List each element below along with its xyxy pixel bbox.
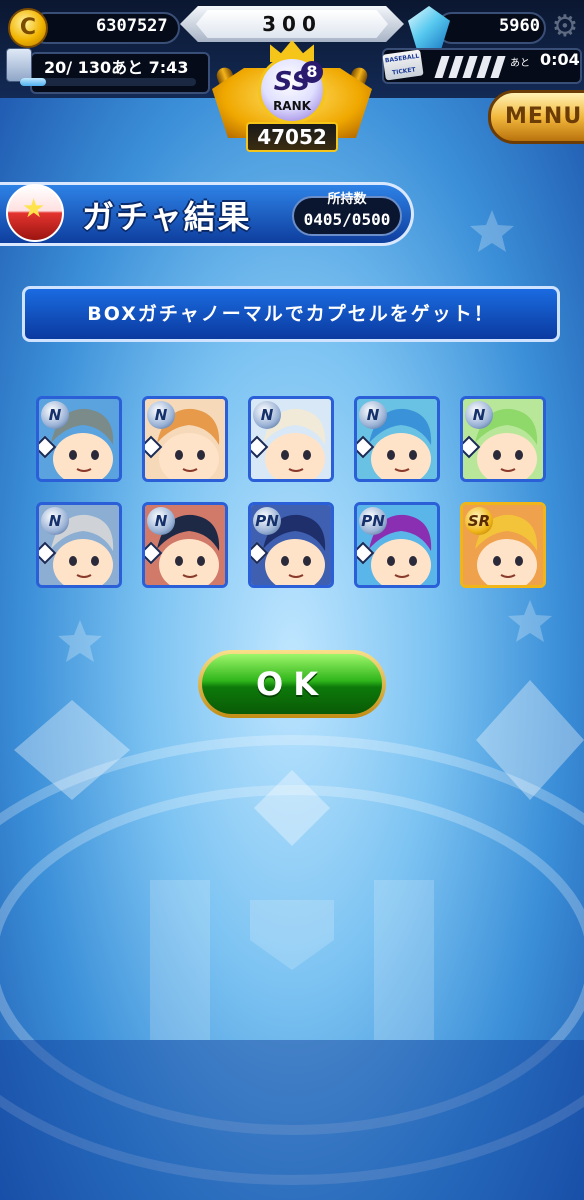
rarity-badge: PN [253, 507, 281, 535]
background-decoration [0, 210, 584, 1200]
rarity-badge: N [253, 401, 281, 429]
ok-label: OK [202, 654, 382, 714]
center-value: 300 [196, 10, 388, 38]
gem-value: 5960 [499, 16, 540, 36]
rarity-badge: N [359, 401, 387, 429]
character-card[interactable]: N [460, 396, 546, 482]
rank-badge: SS 8 RANK [258, 56, 326, 124]
rank-level: 8 [301, 61, 323, 83]
character-card[interactable]: N [36, 396, 122, 482]
rank-emblem[interactable]: SS 8 RANK 47052 [212, 40, 372, 160]
character-card[interactable]: N [142, 396, 228, 482]
menu-button[interactable]: MENU [488, 90, 584, 144]
stamina-text: 20/ 130あと 7:43 [44, 58, 189, 77]
gear-icon[interactable]: ⚙ [548, 10, 582, 44]
rarity-badge: N [41, 401, 69, 429]
rarity-badge: N [147, 401, 175, 429]
rarity-badge: N [465, 401, 493, 429]
coin-icon: C [8, 8, 48, 48]
rank-score: 47052 [246, 122, 338, 152]
result-message: BOXガチャノーマルでカプセルをゲット！ [22, 286, 560, 342]
character-card[interactable]: N [248, 396, 334, 482]
rank-label: RANK [273, 99, 311, 113]
page-title: ガチャ結果 [82, 198, 252, 236]
stamina-track [20, 78, 196, 86]
character-card[interactable]: N [36, 502, 122, 588]
rarity-badge: SR [465, 507, 493, 535]
ok-button[interactable]: OK [198, 650, 386, 718]
rarity-badge: N [41, 507, 69, 535]
character-card[interactable]: PN [354, 502, 440, 588]
stamina-bar [20, 78, 46, 86]
owned-count-value: 0405/0500 [303, 210, 391, 229]
owned-count-label: 所持数 [327, 192, 367, 207]
character-card[interactable]: N [354, 396, 440, 482]
stamina-icon [6, 48, 32, 82]
character-card[interactable]: N [142, 502, 228, 588]
coin-value: 6307527 [96, 16, 168, 36]
character-card[interactable]: PN [248, 502, 334, 588]
ticket-time: 0:04 [540, 50, 580, 69]
character-card[interactable]: SR [460, 502, 546, 588]
rarity-badge: N [147, 507, 175, 535]
ticket-icon: BASEBALL TICKET [382, 49, 424, 81]
rarity-badge: PN [359, 507, 387, 535]
ticket-remaining-label: あと [510, 58, 530, 69]
star-icon: ★ [22, 194, 46, 224]
